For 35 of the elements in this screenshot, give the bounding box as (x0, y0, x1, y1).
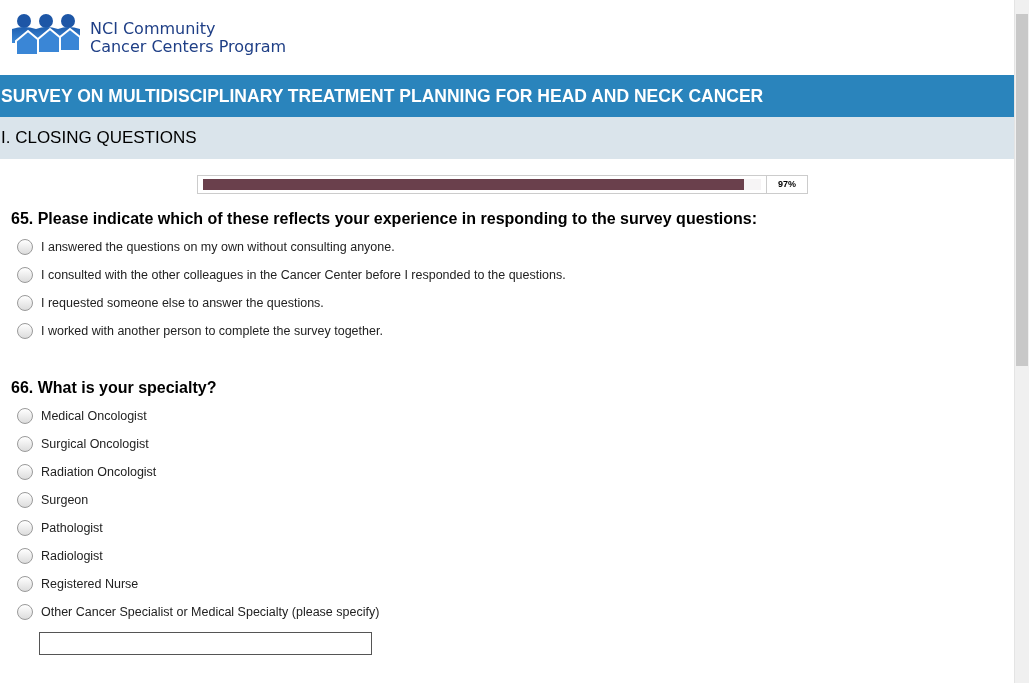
option-label[interactable]: I answered the questions on my own without consulting anyone. (41, 240, 395, 254)
option-label[interactable]: I consulted with the other colleagues in the Cancer Center before I responded to the questions. (41, 268, 566, 282)
option-label[interactable]: Registered Nurse (41, 577, 139, 591)
logo-text: Cancer Centers Program (90, 38, 287, 56)
option-label[interactable]: Radiation Oncologist (41, 465, 157, 479)
radio-button[interactable] (17, 295, 33, 311)
scrollbar-thumb[interactable] (1016, 14, 1028, 366)
radio-button[interactable] (17, 436, 33, 452)
radio-button[interactable] (17, 323, 33, 339)
radio-button[interactable] (17, 464, 33, 480)
input-field[interactable] (39, 632, 372, 655)
radio-button[interactable] (17, 408, 33, 424)
scrollbar[interactable] (1014, 0, 1029, 683)
radio-button[interactable] (17, 492, 33, 508)
option-label[interactable]: I requested someone else to answer the questions. (41, 296, 324, 310)
option-label[interactable]: Surgeon (41, 493, 89, 507)
option-label[interactable]: Medical Oncologist (41, 409, 147, 423)
option-label[interactable]: Pathologist (41, 521, 103, 535)
radio-button[interactable] (17, 267, 33, 283)
question-title: 66. What is your specialty? (11, 379, 217, 397)
radio-button[interactable] (17, 604, 33, 620)
progress-reading: 97% (766, 176, 807, 193)
option-label[interactable]: Surgical Oncologist (41, 437, 149, 451)
radio-button[interactable] (17, 576, 33, 592)
radio-button[interactable] (17, 548, 33, 564)
option-label[interactable]: I worked with another person to complete the survey together. (41, 324, 383, 338)
question-title: 65. Please indicate which of these reflects your experience in responding to the survey questions: (11, 210, 757, 228)
radio-button[interactable] (17, 520, 33, 536)
section-title: I. CLOSING QUESTIONS (0, 117, 1014, 159)
survey-title: SURVEY ON MULTIDISCIPLINARY TREATMENT PLANNING FOR HEAD AND NECK CANCER (0, 75, 1014, 117)
people-logo-icon (10, 13, 82, 55)
logo-text: NCI Community (90, 20, 217, 38)
radio-button[interactable] (17, 239, 33, 255)
option-label[interactable]: Other Cancer Specialist or Medical Specialty (please specify) (41, 605, 380, 619)
option-label[interactable]: Radiologist (41, 549, 103, 563)
